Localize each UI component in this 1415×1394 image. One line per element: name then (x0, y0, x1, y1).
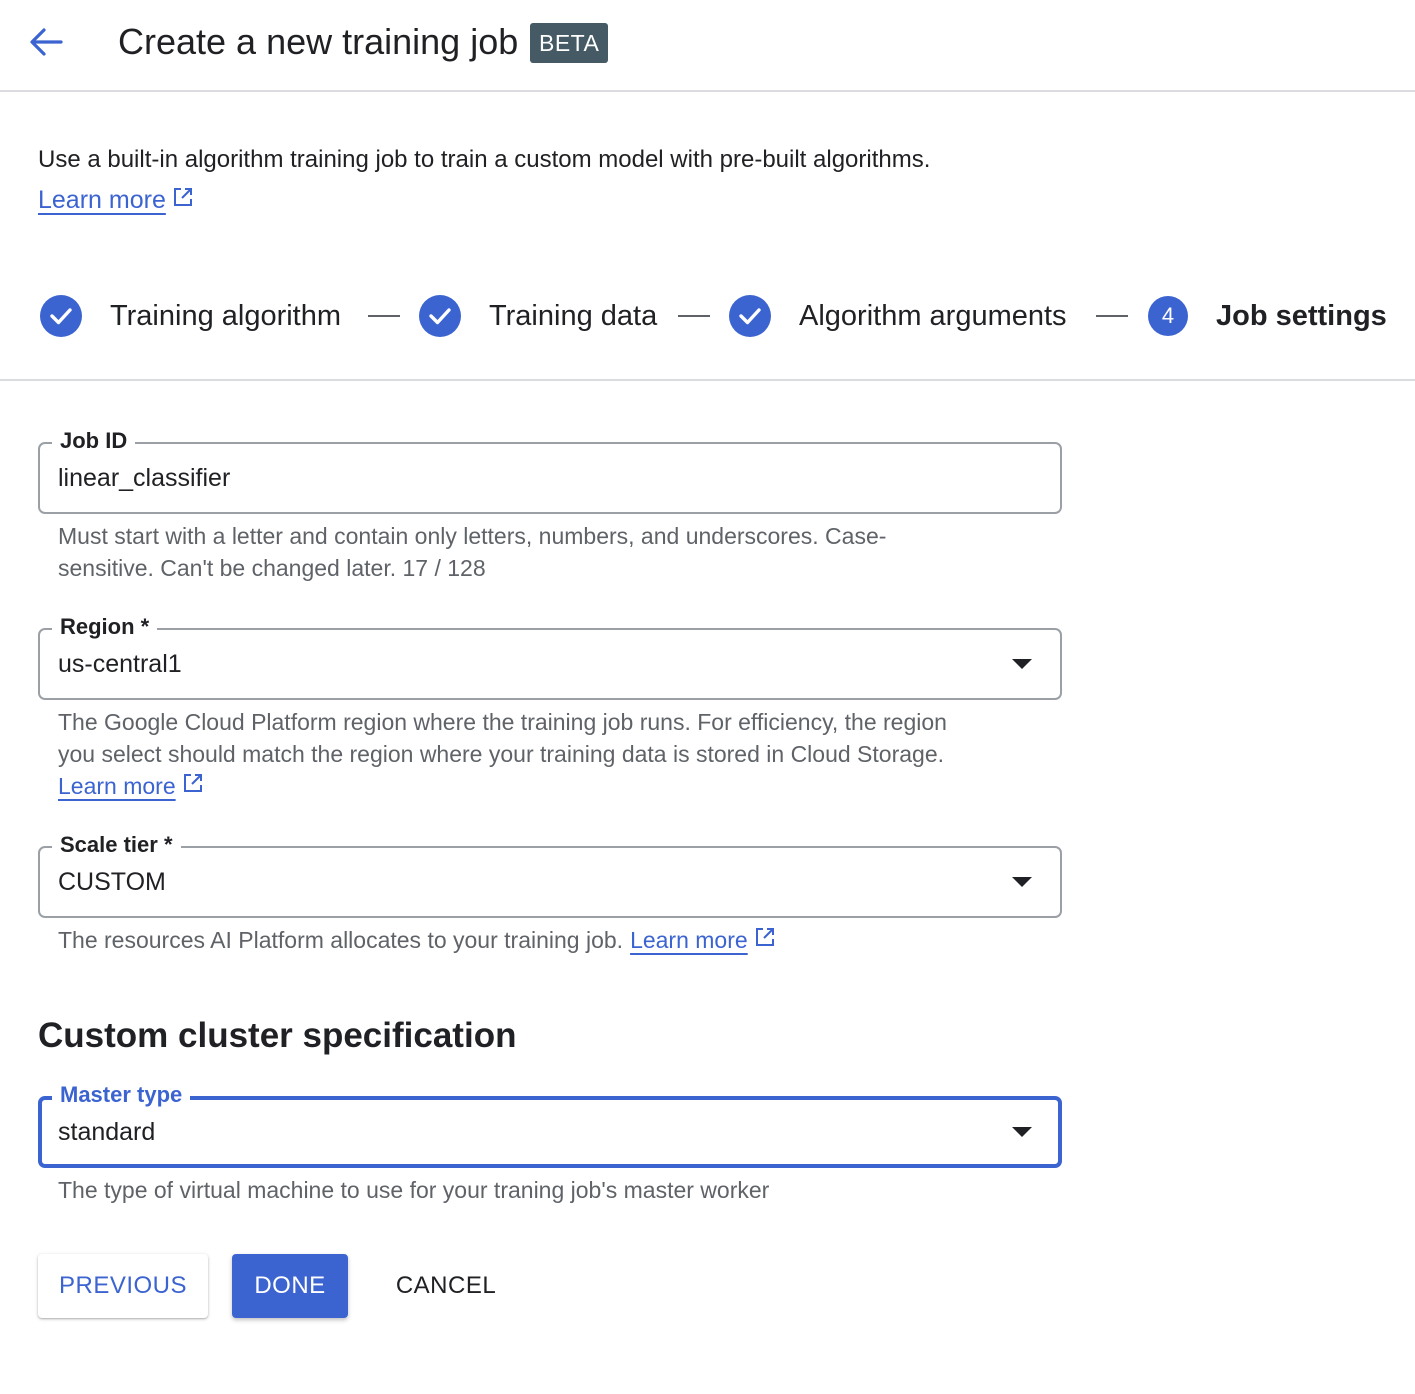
external-link-icon (182, 770, 204, 802)
step-label: Training algorithm (110, 299, 342, 332)
divider (0, 379, 1415, 381)
scale-tier-select[interactable]: Scale tier * CUSTOM (38, 830, 1062, 918)
step-algorithm-arguments[interactable]: Algorithm arguments (729, 294, 1067, 338)
job-id-field[interactable]: Job ID linear_classifier (38, 426, 1062, 514)
dropdown-arrow-icon[interactable] (1012, 877, 1032, 887)
stepper: Training algorithm Training data Algorit… (40, 294, 1400, 338)
step-connector (678, 315, 710, 317)
job-id-input[interactable]: linear_classifier (58, 462, 230, 494)
job-id-hint: Must start with a letter and contain onl… (58, 520, 998, 584)
section-heading: Custom cluster specification (38, 1016, 517, 1055)
region-value: us-central1 (58, 650, 182, 678)
external-link-icon (754, 924, 776, 956)
check-icon (40, 295, 82, 337)
region-learn-more-link[interactable]: Learn more (58, 770, 1018, 802)
job-id-hint-line: Must start with a letter and contain onl… (58, 523, 887, 549)
page-title: Create a new training job (118, 21, 519, 62)
step-training-algorithm[interactable]: Training algorithm (40, 294, 341, 338)
scale-tier-value: CUSTOM (58, 868, 166, 896)
step-label: Algorithm arguments (799, 299, 1067, 332)
step-training-data[interactable]: Training data (419, 294, 657, 338)
previous-button[interactable]: PREVIOUS (38, 1254, 208, 1318)
done-button[interactable]: DONE (232, 1254, 348, 1318)
learn-more-link[interactable]: Learn more (38, 184, 194, 216)
check-icon (419, 295, 461, 337)
dropdown-arrow-icon[interactable] (1012, 659, 1032, 669)
back-arrow-icon[interactable] (22, 20, 70, 64)
step-label: Training data (489, 299, 658, 332)
learn-more-label[interactable]: Learn more (58, 770, 176, 802)
check-icon (729, 295, 771, 337)
external-link-icon (172, 184, 194, 216)
step-job-settings[interactable]: 4 Job settings (1148, 294, 1387, 338)
job-id-label: Job ID (52, 426, 136, 456)
region-hint: The Google Cloud Platform region where t… (58, 706, 1018, 802)
region-label: Region * (52, 612, 158, 642)
step-connector (1096, 315, 1128, 317)
scale-tier-learn-more-link[interactable]: Learn more (630, 924, 748, 956)
master-type-select[interactable]: Master type standard (38, 1080, 1062, 1168)
page-header: Create a new training job BETA (0, 0, 1415, 92)
step-connector (368, 315, 400, 317)
scale-tier-hint: The resources AI Platform allocates to y… (58, 924, 998, 956)
master-type-hint: The type of virtual machine to use for y… (58, 1177, 770, 1203)
master-type-label: Master type (52, 1080, 191, 1110)
beta-badge: BETA (530, 23, 609, 63)
dropdown-arrow-icon[interactable] (1012, 1127, 1032, 1137)
region-select[interactable]: Region * us-central1 (38, 612, 1062, 700)
learn-more-label[interactable]: Learn more (38, 184, 166, 216)
step-number: 4 (1148, 296, 1188, 336)
cancel-button[interactable]: CANCEL (374, 1254, 518, 1318)
region-hint-line: you select should match the region where… (58, 741, 945, 767)
scale-tier-hint-text: The resources AI Platform allocates to y… (58, 927, 624, 953)
region-hint-line: The Google Cloud Platform region where t… (58, 709, 947, 735)
master-type-value: standard (58, 1118, 156, 1146)
step-label: Job settings (1216, 299, 1387, 332)
job-id-hint-line: sensitive. Can't be changed later. 17 / … (58, 555, 486, 581)
intro-text: Use a built-in algorithm training job to… (38, 146, 931, 173)
scale-tier-label: Scale tier * (52, 830, 181, 860)
